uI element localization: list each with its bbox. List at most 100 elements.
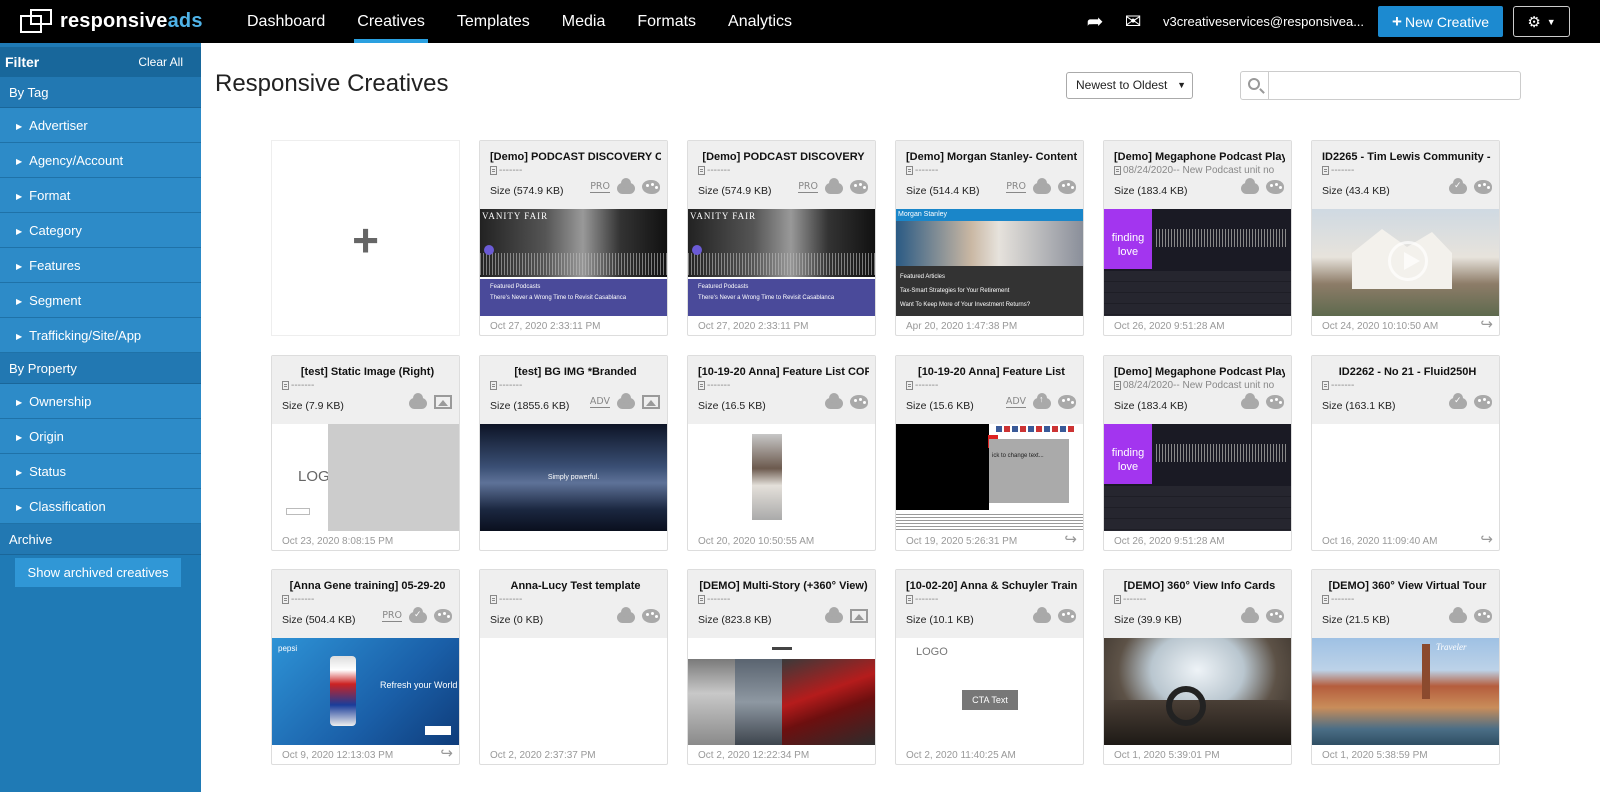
creative-card[interactable]: [Demo] Morgan Stanley- Content I ------- S… xyxy=(895,140,1084,336)
nav-formats[interactable]: Formats xyxy=(626,0,707,43)
card-title[interactable]: [10-02-20] Anna & Schuyler Trainin xyxy=(906,580,1077,592)
palette-icon[interactable] xyxy=(1058,180,1076,194)
filter-item-ownership[interactable]: ▶ Ownership xyxy=(0,384,201,419)
cloud-icon[interactable] xyxy=(617,393,635,409)
palette-icon[interactable] xyxy=(642,609,660,623)
creative-thumbnail[interactable]: VANITY FAIR Featured Podcasts There's Neve… xyxy=(688,209,875,316)
palette-icon[interactable] xyxy=(1266,395,1284,409)
creative-card[interactable]: Anna-Lucy Test template ------- Size (0 KB… xyxy=(479,569,668,765)
nav-analytics[interactable]: Analytics xyxy=(717,0,803,43)
creative-card[interactable]: [test] BG IMG *Branded ------- Size (1855.… xyxy=(479,355,668,551)
creative-thumbnail[interactable] xyxy=(688,424,875,531)
card-title[interactable]: [Anna Gene training] 05-29-20 xyxy=(282,580,453,592)
palette-icon[interactable] xyxy=(850,180,868,194)
creative-thumbnail[interactable] xyxy=(480,638,667,745)
palette-icon[interactable] xyxy=(850,395,868,409)
creative-card[interactable]: [DEMO] 360° View Virtual Tour ------- Size… xyxy=(1311,569,1500,765)
card-title[interactable]: [test] BG IMG *Branded xyxy=(490,366,661,378)
cloud-icon[interactable] xyxy=(1033,607,1051,623)
creative-thumbnail[interactable] xyxy=(1312,424,1499,531)
card-title[interactable]: [10-19-20 Anna] Feature List COPY xyxy=(698,366,869,378)
filter-item-segment[interactable]: ▶ Segment xyxy=(0,283,201,318)
card-title[interactable]: [10-19-20 Anna] Feature List xyxy=(906,366,1077,378)
creative-thumbnail[interactable] xyxy=(1104,638,1291,745)
palette-icon[interactable] xyxy=(1266,609,1284,623)
creative-card[interactable]: [test] Static Image (Right) ------- Size (… xyxy=(271,355,460,551)
creative-thumbnail[interactable]: ick to change text... xyxy=(896,424,1083,531)
cloud-check-icon[interactable] xyxy=(1449,178,1467,194)
filter-item-category[interactable]: ▶ Category xyxy=(0,213,201,248)
cloud-upload-icon[interactable] xyxy=(1033,393,1051,409)
card-title[interactable]: [DEMO] 360° View Info Cards xyxy=(1114,580,1285,592)
settings-dropdown-button[interactable]: ⚙ ▼ xyxy=(1513,6,1570,37)
creative-card[interactable]: [Demo] Megaphone Podcast Playl 08/24/2020… xyxy=(1103,355,1292,551)
nav-dashboard[interactable]: Dashboard xyxy=(236,0,336,43)
add-creative-card[interactable]: + xyxy=(271,140,460,336)
creative-card[interactable]: [Demo] PODCAST DISCOVERY CO ------- Size (… xyxy=(479,140,668,336)
palette-icon[interactable] xyxy=(1474,395,1492,409)
nav-media[interactable]: Media xyxy=(551,0,617,43)
filter-item-agency-account[interactable]: ▶ Agency/Account xyxy=(0,143,201,178)
creative-thumbnail[interactable]: finding love xyxy=(1104,424,1291,531)
filter-item-advertiser[interactable]: ▶ Advertiser xyxy=(0,108,201,143)
filter-item-status[interactable]: ▶ Status xyxy=(0,454,201,489)
palette-icon[interactable] xyxy=(1474,609,1492,623)
palette-icon[interactable] xyxy=(642,180,660,194)
palette-icon[interactable] xyxy=(1474,180,1492,194)
envelope-icon[interactable]: ✉ xyxy=(1119,9,1147,34)
card-title[interactable]: [Demo] Megaphone Podcast Playl xyxy=(1114,151,1285,163)
card-title[interactable]: Anna-Lucy Test template xyxy=(490,580,661,592)
creative-thumbnail[interactable]: Traveler xyxy=(1312,638,1499,745)
cloud-icon[interactable] xyxy=(1241,178,1259,194)
clear-all-link[interactable]: Clear All xyxy=(138,55,183,69)
creative-thumbnail[interactable]: LOGO xyxy=(272,424,459,531)
creative-thumbnail[interactable]: VANITY FAIR Featured Podcasts There's Neve… xyxy=(480,209,667,316)
cloud-icon[interactable] xyxy=(1033,178,1051,194)
card-title[interactable]: [test] Static Image (Right) xyxy=(282,366,453,378)
cloud-icon[interactable] xyxy=(617,178,635,194)
cloud-icon[interactable] xyxy=(825,178,843,194)
responsiveads-logo[interactable]: responsiveads xyxy=(20,8,210,35)
filter-item-classification[interactable]: ▶ Classification xyxy=(0,489,201,524)
cloud-icon[interactable] xyxy=(825,393,843,409)
palette-icon[interactable] xyxy=(1058,395,1076,409)
card-title[interactable]: ID2262 - No 21 - Fluid250H xyxy=(1322,366,1493,378)
card-title[interactable]: ID2265 - Tim Lewis Community - 9 xyxy=(1322,151,1493,163)
image-icon[interactable] xyxy=(642,395,660,409)
creative-thumbnail[interactable] xyxy=(688,638,875,745)
share-icon[interactable]: ↪ xyxy=(440,744,453,762)
creative-thumbnail[interactable]: finding love xyxy=(1104,209,1291,316)
creative-card[interactable]: ID2265 - Tim Lewis Community - 9 ------- S… xyxy=(1311,140,1500,336)
cloud-icon[interactable] xyxy=(1241,393,1259,409)
creative-card[interactable]: [Demo] Megaphone Podcast Playl 08/24/2020… xyxy=(1103,140,1292,336)
creative-thumbnail[interactable] xyxy=(1312,209,1499,316)
show-archived-button[interactable]: Show archived creatives xyxy=(15,558,181,587)
share-icon[interactable]: ↪ xyxy=(1064,530,1077,548)
card-title[interactable]: [Demo] PODCAST DISCOVERY xyxy=(698,151,869,163)
share-icon[interactable]: ↪ xyxy=(1480,315,1493,333)
card-title[interactable]: [DEMO] Multi-Story (+360° View) xyxy=(698,580,869,592)
creative-card[interactable]: [DEMO] Multi-Story (+360° View) ------- Si… xyxy=(687,569,876,765)
cloud-icon[interactable] xyxy=(617,607,635,623)
creative-thumbnail[interactable]: pepsi Refresh your World xyxy=(272,638,459,745)
cloud-icon[interactable] xyxy=(825,607,843,623)
search-icon[interactable] xyxy=(1241,72,1269,99)
palette-icon[interactable] xyxy=(434,609,452,623)
filter-item-features[interactable]: ▶ Features xyxy=(0,248,201,283)
share-icon[interactable]: ↪ xyxy=(1480,530,1493,548)
filter-item-format[interactable]: ▶ Format xyxy=(0,178,201,213)
creative-card[interactable]: [10-19-20 Anna] Feature List ------- Size … xyxy=(895,355,1084,551)
user-email-menu[interactable]: v3creativeservices@responsivea... xyxy=(1163,14,1364,29)
cloud-icon[interactable] xyxy=(409,393,427,409)
creative-thumbnail[interactable]: Simply powerful. xyxy=(480,424,667,531)
creative-thumbnail[interactable]: LOGO CTA Text xyxy=(896,638,1083,745)
creative-thumbnail[interactable]: Morgan Stanley Featured Articles Tax-Smart… xyxy=(896,209,1083,316)
card-title[interactable]: [DEMO] 360° View Virtual Tour xyxy=(1322,580,1493,592)
cloud-check-icon[interactable] xyxy=(1449,393,1467,409)
search-input[interactable] xyxy=(1271,74,1516,97)
cloud-check-icon[interactable] xyxy=(409,607,427,623)
palette-icon[interactable] xyxy=(1058,609,1076,623)
card-title[interactable]: [Demo] Morgan Stanley- Content I xyxy=(906,151,1077,163)
card-title[interactable]: [Demo] PODCAST DISCOVERY CO xyxy=(490,151,661,163)
creative-card[interactable]: [10-19-20 Anna] Feature List COPY -------… xyxy=(687,355,876,551)
